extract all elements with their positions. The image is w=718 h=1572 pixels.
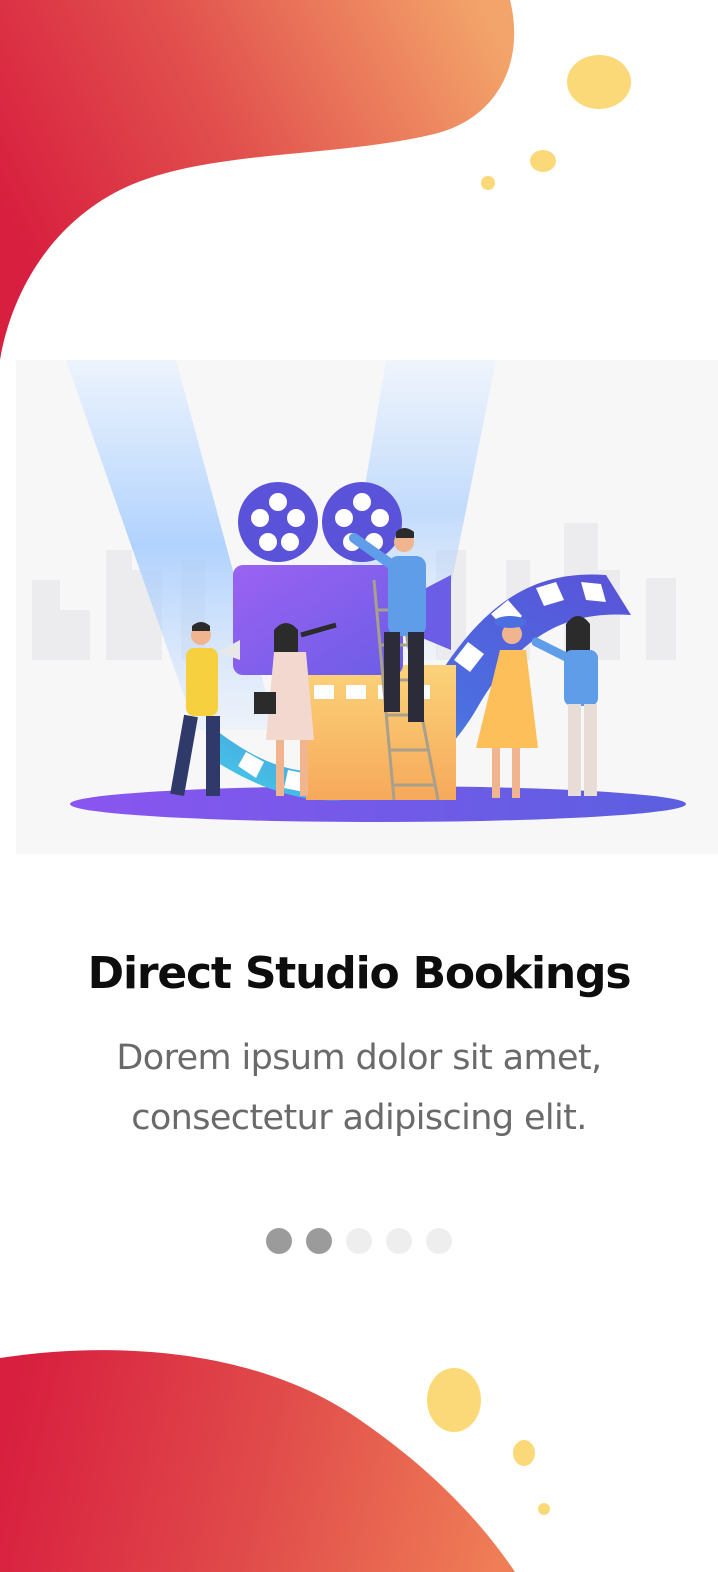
decor-dot-medium-bottom <box>513 1440 535 1466</box>
description-line-1: Dorem ipsum dolor sit amet, <box>116 1038 602 1078</box>
pagination-dot-3[interactable] <box>346 1228 372 1254</box>
top-gradient-wave <box>0 0 515 360</box>
description-line-2: consectetur adipiscing elit. <box>131 1098 587 1138</box>
pagination-dot-1[interactable] <box>266 1228 292 1254</box>
pagination-dot-2[interactable] <box>306 1228 332 1254</box>
bottom-decorative-blob <box>0 1350 550 1572</box>
film-reel-left <box>238 482 318 562</box>
decor-dot-large-bottom <box>427 1368 481 1432</box>
pagination-dots <box>0 1228 718 1254</box>
film-reel-right <box>322 482 402 562</box>
onboarding-description: Dorem ipsum dolor sit amet, consectetur … <box>60 1028 658 1148</box>
pagination-dot-4[interactable] <box>386 1228 412 1254</box>
decor-dot-small-bottom <box>538 1503 550 1515</box>
top-decorative-blob <box>0 0 631 360</box>
onboarding-title: Direct Studio Bookings <box>87 948 632 999</box>
film-production-illustration <box>16 360 718 854</box>
decor-dot-large <box>567 55 631 109</box>
decor-dot-small <box>481 176 495 190</box>
person-blue-top <box>531 616 598 796</box>
decor-dot-medium <box>530 150 556 172</box>
pagination-dot-5[interactable] <box>426 1228 452 1254</box>
